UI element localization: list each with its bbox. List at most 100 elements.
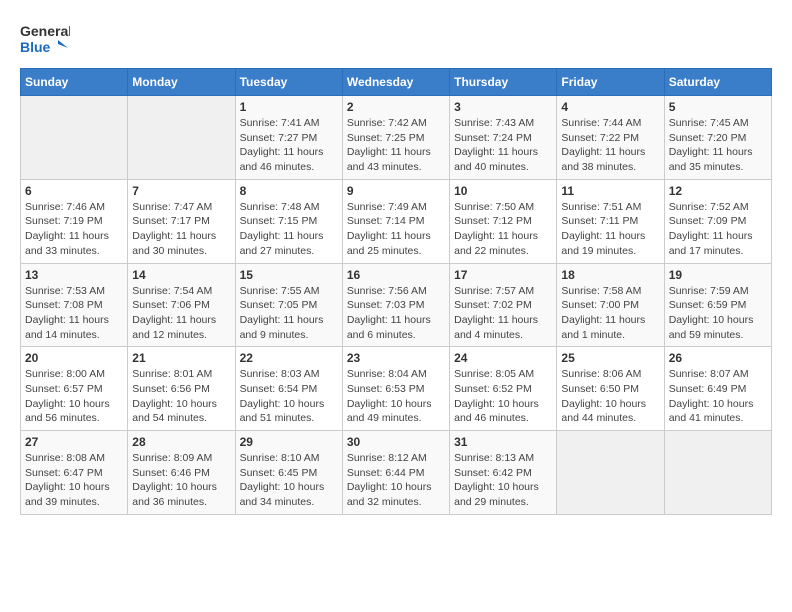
day-number: 19 bbox=[669, 268, 767, 282]
column-header-wednesday: Wednesday bbox=[342, 69, 449, 96]
day-info: Sunrise: 7:59 AM Sunset: 6:59 PM Dayligh… bbox=[669, 284, 767, 343]
day-number: 9 bbox=[347, 184, 445, 198]
day-number: 29 bbox=[240, 435, 338, 449]
day-info: Sunrise: 7:48 AM Sunset: 7:15 PM Dayligh… bbox=[240, 200, 338, 259]
column-header-thursday: Thursday bbox=[450, 69, 557, 96]
day-cell: 8Sunrise: 7:48 AM Sunset: 7:15 PM Daylig… bbox=[235, 179, 342, 263]
day-info: Sunrise: 7:49 AM Sunset: 7:14 PM Dayligh… bbox=[347, 200, 445, 259]
day-info: Sunrise: 8:10 AM Sunset: 6:45 PM Dayligh… bbox=[240, 451, 338, 510]
day-cell: 19 Sunrise: 7:59 AM Sunset: 6:59 PM Dayli… bbox=[664, 263, 771, 347]
day-number: 24 bbox=[454, 351, 552, 365]
day-info: Sunrise: 8:07 AM Sunset: 6:49 PM Dayligh… bbox=[669, 367, 767, 426]
day-info: Sunrise: 7:41 AM Sunset: 7:27 PM Dayligh… bbox=[240, 116, 338, 175]
day-cell: 21 Sunrise: 8:01 AM Sunset: 6:56 PM Dayli… bbox=[128, 347, 235, 431]
column-header-friday: Friday bbox=[557, 69, 664, 96]
day-info: Sunrise: 7:56 AM Sunset: 7:03 PM Dayligh… bbox=[347, 284, 445, 343]
day-info: Sunrise: 7:50 AM Sunset: 7:12 PM Dayligh… bbox=[454, 200, 552, 259]
day-number: 21 bbox=[132, 351, 230, 365]
day-cell bbox=[21, 96, 128, 180]
day-number: 6 bbox=[25, 184, 123, 198]
day-number: 20 bbox=[25, 351, 123, 365]
day-cell: 12 Sunrise: 7:52 AM Sunset: 7:09 PM Dayli… bbox=[664, 179, 771, 263]
day-info: Sunrise: 8:00 AM Sunset: 6:57 PM Dayligh… bbox=[25, 367, 123, 426]
day-cell: 24 Sunrise: 8:05 AM Sunset: 6:52 PM Dayli… bbox=[450, 347, 557, 431]
day-number: 2 bbox=[347, 100, 445, 114]
day-info: Sunrise: 8:05 AM Sunset: 6:52 PM Dayligh… bbox=[454, 367, 552, 426]
day-number: 11 bbox=[561, 184, 659, 198]
day-cell: 26 Sunrise: 8:07 AM Sunset: 6:49 PM Dayli… bbox=[664, 347, 771, 431]
day-cell: 9 Sunrise: 7:49 AM Sunset: 7:14 PM Daylig… bbox=[342, 179, 449, 263]
day-cell: 30Sunrise: 8:12 AM Sunset: 6:44 PM Dayli… bbox=[342, 431, 449, 515]
day-number: 13 bbox=[25, 268, 123, 282]
day-cell: 13 Sunrise: 7:53 AM Sunset: 7:08 PM Dayli… bbox=[21, 263, 128, 347]
day-cell: 17 Sunrise: 7:57 AM Sunset: 7:02 PM Dayli… bbox=[450, 263, 557, 347]
day-cell: 16Sunrise: 7:56 AM Sunset: 7:03 PM Dayli… bbox=[342, 263, 449, 347]
day-info: Sunrise: 8:04 AM Sunset: 6:53 PM Dayligh… bbox=[347, 367, 445, 426]
day-number: 23 bbox=[347, 351, 445, 365]
day-cell bbox=[128, 96, 235, 180]
svg-text:Blue: Blue bbox=[20, 39, 51, 55]
column-header-monday: Monday bbox=[128, 69, 235, 96]
day-cell: 28 Sunrise: 8:09 AM Sunset: 6:46 PM Dayli… bbox=[128, 431, 235, 515]
day-cell: 27 Sunrise: 8:08 AM Sunset: 6:47 PM Dayli… bbox=[21, 431, 128, 515]
day-cell: 23 Sunrise: 8:04 AM Sunset: 6:53 PM Dayli… bbox=[342, 347, 449, 431]
week-row-3: 13 Sunrise: 7:53 AM Sunset: 7:08 PM Dayli… bbox=[21, 263, 772, 347]
day-cell: 25Sunrise: 8:06 AM Sunset: 6:50 PM Dayli… bbox=[557, 347, 664, 431]
day-info: Sunrise: 7:44 AM Sunset: 7:22 PM Dayligh… bbox=[561, 116, 659, 175]
day-info: Sunrise: 8:03 AM Sunset: 6:54 PM Dayligh… bbox=[240, 367, 338, 426]
svg-text:General: General bbox=[20, 23, 70, 39]
day-number: 17 bbox=[454, 268, 552, 282]
day-number: 15 bbox=[240, 268, 338, 282]
day-info: Sunrise: 7:53 AM Sunset: 7:08 PM Dayligh… bbox=[25, 284, 123, 343]
day-cell: 22 Sunrise: 8:03 AM Sunset: 6:54 PM Dayli… bbox=[235, 347, 342, 431]
day-number: 25 bbox=[561, 351, 659, 365]
day-info: Sunrise: 7:43 AM Sunset: 7:24 PM Dayligh… bbox=[454, 116, 552, 175]
day-info: Sunrise: 7:47 AM Sunset: 7:17 PM Dayligh… bbox=[132, 200, 230, 259]
day-info: Sunrise: 7:42 AM Sunset: 7:25 PM Dayligh… bbox=[347, 116, 445, 175]
day-cell: 2 Sunrise: 7:42 AM Sunset: 7:25 PM Daylig… bbox=[342, 96, 449, 180]
column-header-tuesday: Tuesday bbox=[235, 69, 342, 96]
day-cell: 1 Sunrise: 7:41 AM Sunset: 7:27 PM Daylig… bbox=[235, 96, 342, 180]
week-row-1: 1 Sunrise: 7:41 AM Sunset: 7:27 PM Daylig… bbox=[21, 96, 772, 180]
day-info: Sunrise: 7:45 AM Sunset: 7:20 PM Dayligh… bbox=[669, 116, 767, 175]
day-cell: 20 Sunrise: 8:00 AM Sunset: 6:57 PM Dayli… bbox=[21, 347, 128, 431]
column-header-saturday: Saturday bbox=[664, 69, 771, 96]
day-cell: 18Sunrise: 7:58 AM Sunset: 7:00 PM Dayli… bbox=[557, 263, 664, 347]
day-cell bbox=[664, 431, 771, 515]
week-row-5: 27 Sunrise: 8:08 AM Sunset: 6:47 PM Dayli… bbox=[21, 431, 772, 515]
day-cell: 29 Sunrise: 8:10 AM Sunset: 6:45 PM Dayli… bbox=[235, 431, 342, 515]
header-row: SundayMondayTuesdayWednesdayThursdayFrid… bbox=[21, 69, 772, 96]
day-info: Sunrise: 7:54 AM Sunset: 7:06 PM Dayligh… bbox=[132, 284, 230, 343]
day-cell: 10 Sunrise: 7:50 AM Sunset: 7:12 PM Dayli… bbox=[450, 179, 557, 263]
column-header-sunday: Sunday bbox=[21, 69, 128, 96]
day-cell: 15 Sunrise: 7:55 AM Sunset: 7:05 PM Dayli… bbox=[235, 263, 342, 347]
day-number: 22 bbox=[240, 351, 338, 365]
day-cell: 11 Sunrise: 7:51 AM Sunset: 7:11 PM Dayli… bbox=[557, 179, 664, 263]
day-info: Sunrise: 8:09 AM Sunset: 6:46 PM Dayligh… bbox=[132, 451, 230, 510]
day-number: 12 bbox=[669, 184, 767, 198]
day-number: 7 bbox=[132, 184, 230, 198]
day-info: Sunrise: 7:57 AM Sunset: 7:02 PM Dayligh… bbox=[454, 284, 552, 343]
day-number: 5 bbox=[669, 100, 767, 114]
day-number: 18 bbox=[561, 268, 659, 282]
day-number: 28 bbox=[132, 435, 230, 449]
day-info: Sunrise: 7:51 AM Sunset: 7:11 PM Dayligh… bbox=[561, 200, 659, 259]
day-info: Sunrise: 8:08 AM Sunset: 6:47 PM Dayligh… bbox=[25, 451, 123, 510]
day-number: 1 bbox=[240, 100, 338, 114]
day-number: 10 bbox=[454, 184, 552, 198]
logo-svg: GeneralBlue bbox=[20, 20, 70, 58]
day-number: 26 bbox=[669, 351, 767, 365]
day-info: Sunrise: 7:55 AM Sunset: 7:05 PM Dayligh… bbox=[240, 284, 338, 343]
day-info: Sunrise: 7:52 AM Sunset: 7:09 PM Dayligh… bbox=[669, 200, 767, 259]
logo: GeneralBlue bbox=[20, 20, 70, 58]
day-cell: 3 Sunrise: 7:43 AM Sunset: 7:24 PM Daylig… bbox=[450, 96, 557, 180]
day-cell: 14Sunrise: 7:54 AM Sunset: 7:06 PM Dayli… bbox=[128, 263, 235, 347]
day-info: Sunrise: 8:01 AM Sunset: 6:56 PM Dayligh… bbox=[132, 367, 230, 426]
day-number: 27 bbox=[25, 435, 123, 449]
week-row-2: 6Sunrise: 7:46 AM Sunset: 7:19 PM Daylig… bbox=[21, 179, 772, 263]
page-header: GeneralBlue bbox=[20, 20, 772, 58]
day-number: 3 bbox=[454, 100, 552, 114]
day-info: Sunrise: 8:13 AM Sunset: 6:42 PM Dayligh… bbox=[454, 451, 552, 510]
day-cell: 7 Sunrise: 7:47 AM Sunset: 7:17 PM Daylig… bbox=[128, 179, 235, 263]
day-cell bbox=[557, 431, 664, 515]
